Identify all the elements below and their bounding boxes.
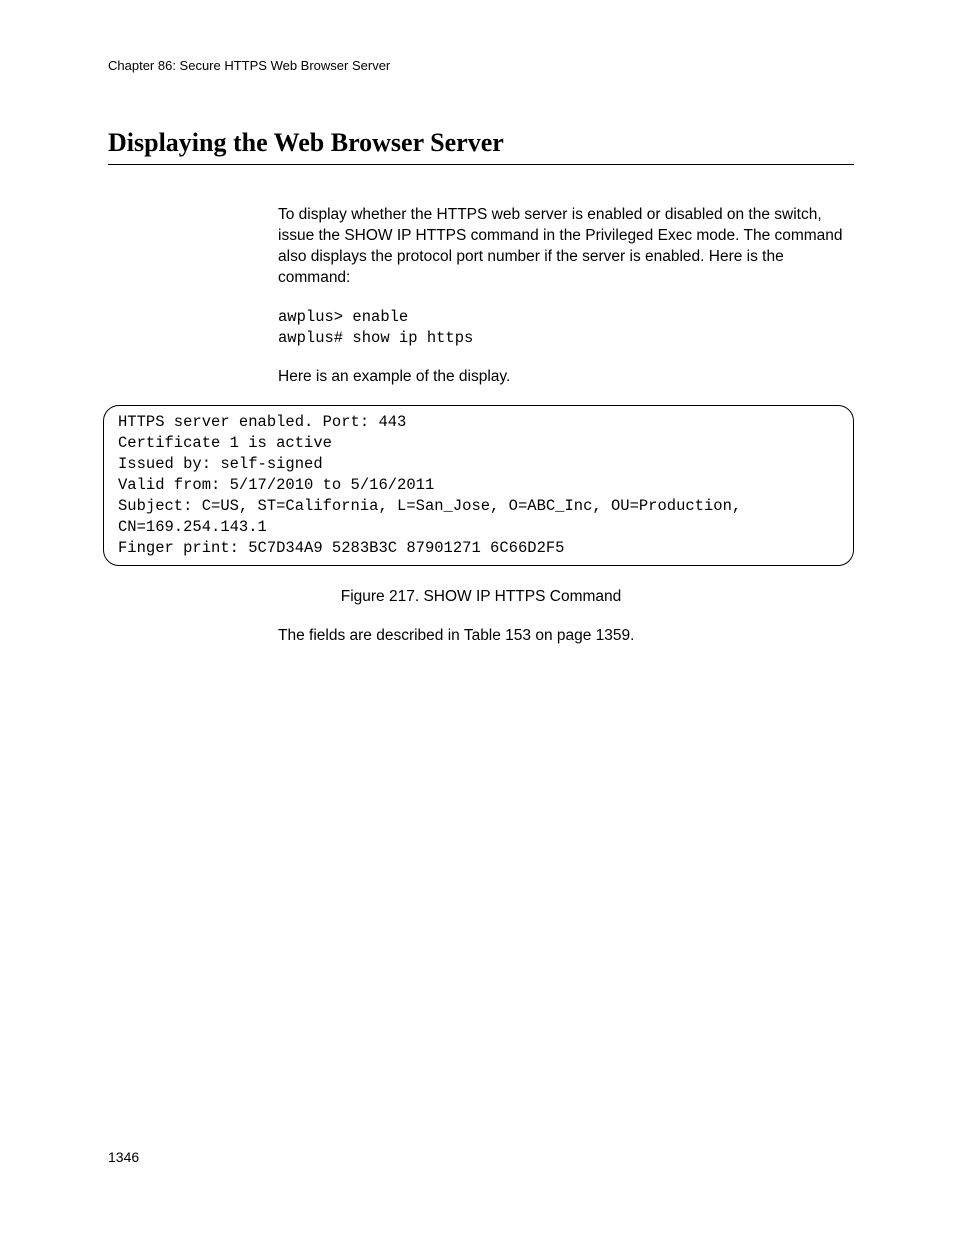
terminal-output-box: HTTPS server enabled. Port: 443 Certific… <box>103 405 854 565</box>
example-intro: Here is an example of the display. <box>278 367 854 388</box>
chapter-header: Chapter 86: Secure HTTPS Web Browser Ser… <box>108 58 854 73</box>
intro-paragraph: To display whether the HTTPS web server … <box>278 205 854 289</box>
section-title: Displaying the Web Browser Server <box>108 128 854 165</box>
command-block: awplus> enable awplus# show ip https <box>278 307 854 349</box>
figure-caption: Figure 217. SHOW IP HTTPS Command <box>108 588 854 606</box>
page-number: 1346 <box>108 1149 139 1165</box>
fields-paragraph: The fields are described in Table 153 on… <box>278 626 854 647</box>
